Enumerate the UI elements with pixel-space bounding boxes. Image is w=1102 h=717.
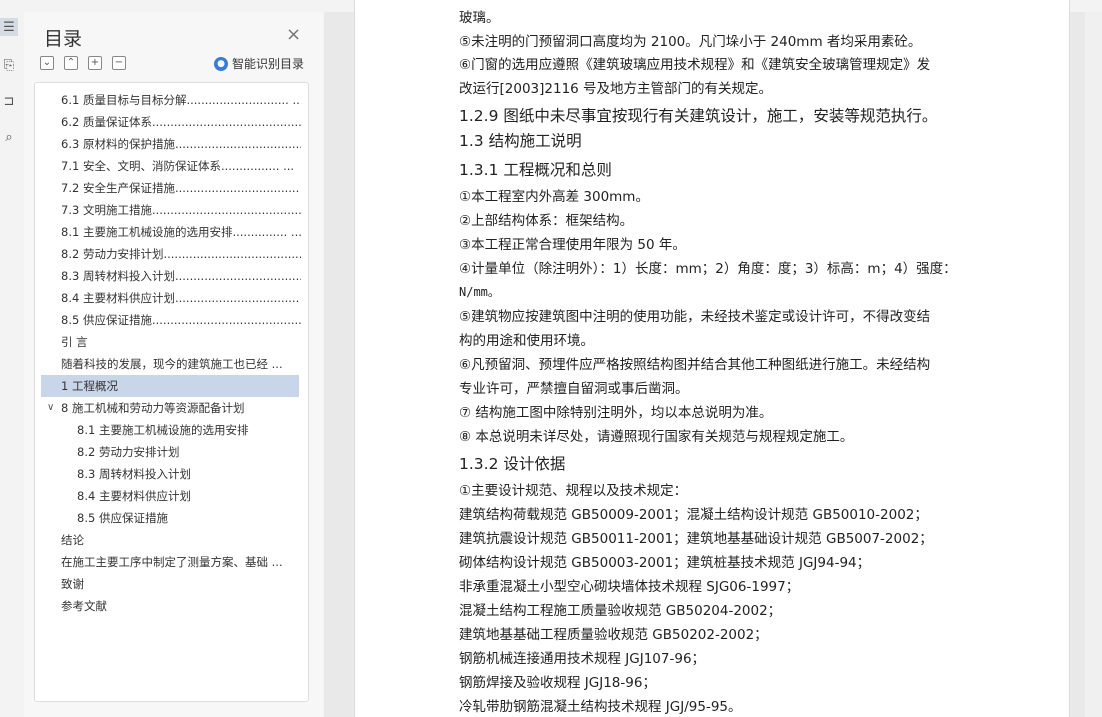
toc-item[interactable]: 8.3 周转材料投入计划............................… bbox=[61, 265, 301, 287]
doc-line: ①主要设计规范、规程以及技术规定： bbox=[459, 483, 688, 499]
doc-line: 冷轧带肋钢筋混凝土结构技术规程 JGJ/95-95。 bbox=[459, 699, 742, 715]
toc-item[interactable]: 8.1 主要施工机械设施的选用安排............... ... bbox=[61, 221, 301, 243]
smart-toc-button[interactable]: ● 智能识别目录 bbox=[214, 55, 304, 72]
toc-panel-icon[interactable]: ☰ bbox=[0, 18, 18, 36]
outline-icon[interactable]: ⎘ bbox=[0, 56, 18, 74]
toc-panel: 目录 × ⌄ ⌃ + − ● 智能识别目录 6.1 质量目标与目标分解.....… bbox=[24, 12, 324, 717]
doc-line: ②上部结构体系：框架结构。 bbox=[459, 213, 634, 229]
toc-title: 目录 bbox=[44, 28, 83, 50]
doc-line: ⑧ 本总说明未详尽处，请遵照现行国家有关规范与规程规定施工。 bbox=[459, 429, 854, 445]
doc-line: ⑤建筑物应按建筑图中注明的使用功能，未经技术鉴定或设计许可，不得改变结 bbox=[459, 309, 931, 325]
doc-line: ⑥凡预留洞、预埋件应严格按照结构图并结合其他工种图纸进行施工。未经结构 bbox=[459, 357, 931, 373]
document-page: 玻璃。 ⑤未注明的门预留洞口高度均为 2100。凡门垛小于 240mm 者均采用… bbox=[354, 0, 1070, 717]
doc-line: ⑤未注明的门预留洞口高度均为 2100。凡门垛小于 240mm 者均采用素砼。 bbox=[459, 34, 922, 50]
remove-heading-icon[interactable]: − bbox=[112, 56, 126, 70]
section-heading: 1.3.1 工程概况和总则 bbox=[459, 161, 612, 179]
smart-toc-label: 智能识别目录 bbox=[232, 57, 305, 71]
toc-item[interactable]: 8.2 劳动力安排计划.............................… bbox=[61, 243, 301, 265]
toc-subitem[interactable]: 8.1 主要施工机械设施的选用安排 bbox=[77, 419, 301, 441]
chevron-down-icon[interactable]: ∨ bbox=[47, 397, 54, 419]
doc-line: 构的用途和使用环境。 bbox=[459, 333, 594, 349]
toc-item[interactable]: 6.3 原材料的保护措施............................… bbox=[61, 133, 301, 155]
add-heading-icon[interactable]: + bbox=[88, 56, 102, 70]
doc-line: ⑥门窗的选用应遵照《建筑玻璃应用技术规程》和《建筑安全玻璃管理规定》发 bbox=[459, 57, 931, 73]
doc-line: 玻璃。 bbox=[459, 10, 500, 26]
toc-item[interactable]: 随着科技的发展，现今的建筑施工也已经 ... bbox=[61, 353, 301, 375]
toc-item[interactable]: 致谢 bbox=[61, 573, 301, 595]
toc-item[interactable]: 7.2 安全生产保证措施............................… bbox=[61, 177, 301, 199]
toc-item[interactable]: 8.5 供应保证措施..............................… bbox=[61, 309, 301, 331]
toc-item[interactable]: 引 言 bbox=[61, 331, 301, 353]
doc-line: 专业许可，严禁擅自留洞或事后凿洞。 bbox=[459, 381, 689, 397]
doc-line: ①本工程室内外高差 300mm。 bbox=[459, 189, 649, 205]
doc-line: 混凝土结构工程施工质量验收规范 GB50204-2002； bbox=[459, 603, 782, 619]
doc-line: 钢筋机械连接通用技术规程 JGJ107-96； bbox=[459, 651, 706, 667]
doc-line: ⑦ 结构施工图中除特别注明外，均以本总说明为准。 bbox=[459, 405, 773, 421]
vertical-scrollbar[interactable] bbox=[1085, 12, 1102, 717]
collapse-all-icon[interactable]: ⌄ bbox=[40, 56, 54, 70]
toc-item[interactable]: 结论 bbox=[61, 529, 301, 551]
toc-item[interactable]: 8.4 主要材料供应计划............................… bbox=[61, 287, 301, 309]
ai-icon: ● bbox=[214, 56, 228, 71]
bookmark-icon[interactable]: ⊐ bbox=[0, 92, 18, 110]
doc-line: N/mm。 bbox=[459, 285, 500, 299]
toc-item[interactable]: 在施工主要工序中制定了测量方案、基础 ... bbox=[61, 551, 301, 573]
section-heading: 1.3.2 设计依据 bbox=[459, 455, 566, 473]
doc-line: 钢筋焊接及验收规程 JGJ18-96； bbox=[459, 675, 656, 691]
search-icon[interactable]: ⌕ bbox=[0, 128, 18, 146]
toc-subitem[interactable]: 8.5 供应保证措施 bbox=[77, 507, 301, 529]
toc-list: 6.1 质量目标与目标分解...........................… bbox=[34, 82, 309, 702]
doc-line: 非承重混凝土小型空心砌块墙体技术规程 SJG06-1997； bbox=[459, 579, 800, 595]
toc-subitem[interactable]: 8.2 劳动力安排计划 bbox=[77, 441, 301, 463]
toc-item[interactable]: 7.3 文明施工措施..............................… bbox=[61, 199, 301, 221]
toc-item[interactable]: 7.1 安全、文明、消防保证体系................ ... bbox=[61, 155, 301, 177]
expand-up-icon[interactable]: ⌃ bbox=[64, 56, 78, 70]
doc-line: 改运行[2003]2116 号及地方主管部门的有关规定。 bbox=[459, 81, 773, 97]
side-icon-rail: ☰ ⎘ ⊐ ⌕ bbox=[0, 12, 25, 717]
section-heading: 1.2.9 图纸中未尽事宜按现行有关建筑设计，施工，安装等规范执行。 bbox=[459, 107, 938, 125]
toc-item[interactable]: 6.2 质量保证体系..............................… bbox=[61, 111, 301, 133]
toc-item-selected[interactable]: 1 工程概况 bbox=[41, 375, 299, 397]
close-icon[interactable]: × bbox=[286, 24, 301, 45]
doc-line: 砌体结构设计规范 GB50003-2001；建筑桩基技术规范 JGJ94-94； bbox=[459, 555, 871, 571]
section-heading: 1.3 结构施工说明 bbox=[459, 132, 582, 150]
doc-line: ④计量单位（除注明外）：1）长度：mm；2）角度：度；3）标高：m；4）强度： bbox=[459, 261, 957, 277]
toc-item[interactable]: 6.1 质量目标与目标分解...........................… bbox=[61, 89, 301, 111]
toc-item[interactable]: 参考文献 bbox=[61, 595, 301, 617]
doc-line: ③本工程正常合理使用年限为 50 年。 bbox=[459, 237, 686, 253]
toc-item-label: 8 施工机械和劳动力等资源配备计划 bbox=[61, 401, 245, 415]
toc-item-expanded[interactable]: ∨ 8 施工机械和劳动力等资源配备计划 bbox=[47, 397, 301, 419]
doc-line: 建筑结构荷载规范 GB50009-2001；混凝土结构设计规范 GB50010-… bbox=[459, 507, 928, 523]
doc-line: 建筑地基基础工程质量验收规范 GB50202-2002； bbox=[459, 627, 768, 643]
doc-line: 建筑抗震设计规范 GB50011-2001；建筑地基基础设计规范 GB5007-… bbox=[459, 531, 933, 547]
toc-subitem[interactable]: 8.4 主要材料供应计划 bbox=[77, 485, 301, 507]
toc-subitem[interactable]: 8.3 周转材料投入计划 bbox=[77, 463, 301, 485]
